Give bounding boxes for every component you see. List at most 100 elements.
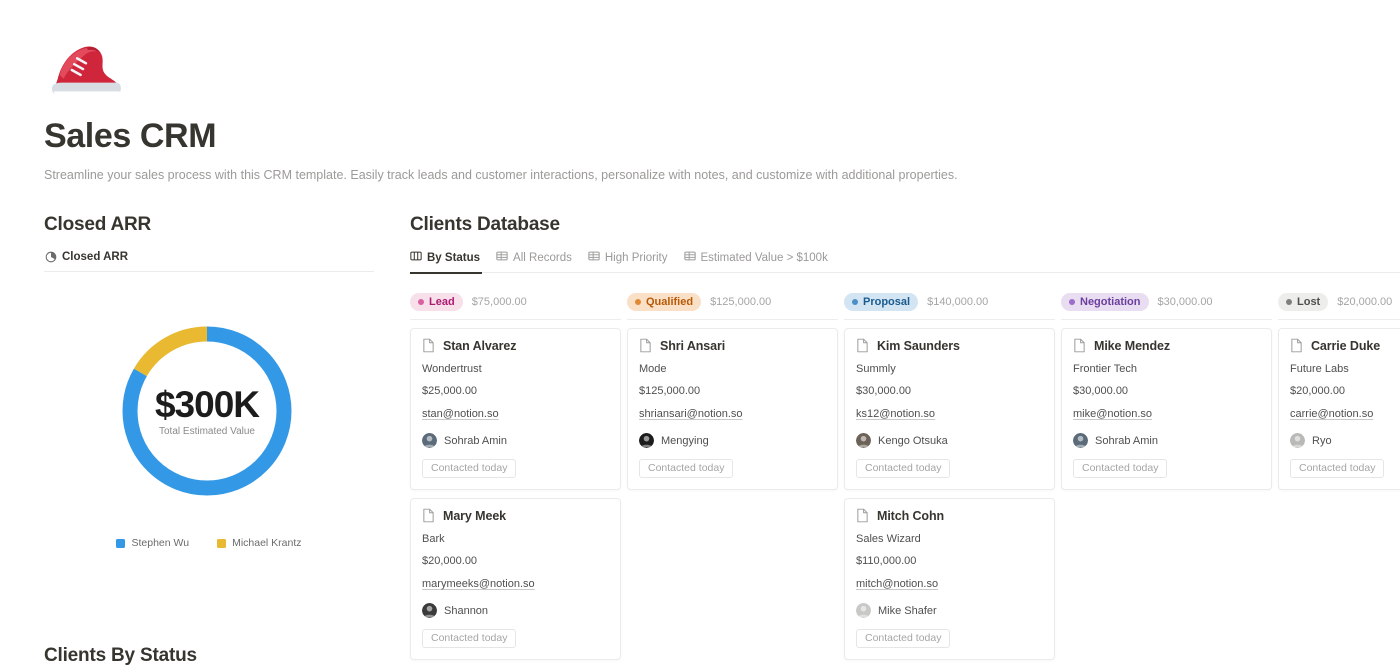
client-name: Stan Alvarez	[443, 338, 517, 353]
donut-total-label: Total Estimated Value	[159, 425, 255, 437]
tab-by-status[interactable]: By Status	[410, 250, 480, 265]
client-card[interactable]: Kim Saunders Summly $30,000.00 ks12@notion.…	[844, 328, 1055, 490]
client-owner: Sohrab Amin	[1073, 433, 1260, 448]
contact-status-tag[interactable]: Contacted today	[856, 459, 951, 478]
tab-estimated-value-100k[interactable]: Estimated Value > $100k	[683, 250, 828, 265]
client-email[interactable]: shriansari@notion.so	[639, 408, 743, 420]
table-view-icon	[496, 250, 508, 265]
status-dot-icon	[635, 299, 641, 305]
owner-name: Mengying	[661, 434, 709, 447]
client-card[interactable]: Carrie Duke Future Labs $20,000.00 carrie@n…	[1278, 328, 1400, 490]
page-icon	[423, 508, 434, 523]
clients-database-section: Clients Database By Status All Records Hig…	[410, 212, 1400, 665]
owner-name: Shannon	[444, 604, 489, 617]
column-divider	[627, 319, 838, 320]
column-divider	[844, 319, 1055, 320]
client-card[interactable]: Mitch Cohn Sales Wizard $110,000.00 mitch@n…	[844, 498, 1055, 660]
client-email[interactable]: mitch@notion.so	[856, 578, 938, 590]
client-estimated-value: $30,000.00	[856, 385, 912, 397]
legend-swatch	[116, 538, 126, 548]
client-owner: Sohrab Amin	[422, 433, 609, 448]
board-column-lead: Lead $75,000.00 Stan Alvarez Wondertrust $25…	[410, 291, 621, 665]
card-title-row: Mike Mendez	[1073, 338, 1260, 353]
view-tab-closed-arr[interactable]: Closed ARR	[44, 250, 128, 264]
client-card[interactable]: Shri Ansari Mode $125,000.00 shriansari@not…	[627, 328, 838, 490]
page-icon	[857, 338, 868, 353]
avatar	[639, 433, 654, 448]
column-card-list: Carrie Duke Future Labs $20,000.00 carrie@n…	[1278, 328, 1400, 490]
card-title-row: Carrie Duke	[1290, 338, 1400, 353]
sneaker-icon	[51, 46, 121, 96]
contact-status-tag[interactable]: Contacted today	[1290, 459, 1385, 478]
avatar	[856, 433, 871, 448]
board-column-qualified: Qualified $125,000.00 Shri Ansari Mode $125,…	[627, 291, 838, 490]
client-email[interactable]: stan@notion.so	[422, 408, 499, 420]
active-tab-underline	[410, 272, 482, 274]
column-card-list: Shri Ansari Mode $125,000.00 shriansari@not…	[627, 328, 838, 490]
status-badge[interactable]: Qualified	[627, 293, 702, 311]
avatar	[856, 603, 871, 618]
client-estimated-value: $30,000.00	[1073, 385, 1129, 397]
avatar	[1290, 433, 1305, 448]
status-label: Proposal	[863, 296, 911, 308]
client-estimated-value: $125,000.00	[639, 385, 701, 397]
client-owner: Kengo Otsuka	[856, 433, 1043, 448]
client-name: Kim Saunders	[877, 338, 960, 353]
tab-label: All Records	[513, 251, 572, 264]
page-icon	[640, 338, 651, 353]
client-owner: Mike Shafer	[856, 603, 1043, 618]
legend-swatch	[217, 538, 227, 548]
client-estimated-value: $20,000.00	[1290, 385, 1346, 397]
board-column-header: Negotiation $30,000.00	[1061, 291, 1272, 313]
status-label: Negotiation	[1080, 296, 1141, 308]
tab-all-records[interactable]: All Records	[496, 250, 572, 265]
client-owner: Mengying	[639, 433, 826, 448]
contact-status-tag[interactable]: Contacted today	[422, 459, 517, 478]
legend-label: Michael Krantz	[232, 537, 302, 549]
clients-database-title: Clients Database	[410, 214, 560, 235]
status-label: Lead	[429, 296, 455, 308]
closed-arr-view-tabs: Closed ARR	[44, 250, 374, 272]
contact-status-tag[interactable]: Contacted today	[856, 629, 951, 648]
client-card[interactable]: Mary Meek Bark $20,000.00 marymeeks@notion.…	[410, 498, 621, 660]
view-tab-closed-arr-label: Closed ARR	[62, 250, 129, 263]
status-badge[interactable]: Proposal	[844, 293, 919, 311]
column-card-list: Kim Saunders Summly $30,000.00 ks12@notion.…	[844, 328, 1055, 660]
client-name: Mike Mendez	[1094, 338, 1170, 353]
client-email[interactable]: marymeeks@notion.so	[422, 578, 535, 590]
client-email[interactable]: ks12@notion.so	[856, 408, 935, 420]
kanban-board: Lead $75,000.00 Stan Alvarez Wondertrust $25…	[410, 291, 1400, 665]
client-email[interactable]: carrie@notion.so	[1290, 408, 1373, 420]
column-divider	[1278, 319, 1400, 320]
contact-status-tag[interactable]: Contacted today	[639, 459, 734, 478]
closed-arr-title: Closed ARR	[44, 214, 152, 235]
page-title: Sales CRM	[44, 117, 217, 155]
avatar	[1073, 433, 1088, 448]
board-column-header: Proposal $140,000.00	[844, 291, 1055, 313]
column-divider	[1061, 319, 1272, 320]
board-column-proposal: Proposal $140,000.00 Kim Saunders Summly $30…	[844, 291, 1055, 660]
status-badge[interactable]: Lead	[410, 293, 463, 311]
card-title-row: Mary Meek	[422, 508, 609, 523]
status-badge[interactable]: Lost	[1278, 293, 1329, 311]
legend-item: Michael Krantz	[217, 537, 302, 549]
contact-status-tag[interactable]: Contacted today	[422, 629, 517, 648]
contact-status-tag[interactable]: Contacted today	[1073, 459, 1168, 478]
status-dot-icon	[418, 299, 424, 305]
column-card-list: Stan Alvarez Wondertrust $25,000.00 stan@no…	[410, 328, 621, 665]
owner-name: Sohrab Amin	[444, 434, 507, 447]
board-column-negotiation: Negotiation $30,000.00 Mike Mendez Frontier…	[1061, 291, 1272, 490]
client-email[interactable]: mike@notion.so	[1073, 408, 1152, 420]
avatar	[422, 603, 437, 618]
tab-high-priority[interactable]: High Priority	[588, 250, 668, 265]
client-company: Future Labs	[1290, 363, 1349, 375]
table-view-icon	[683, 250, 696, 265]
client-card[interactable]: Stan Alvarez Wondertrust $25,000.00 stan@no…	[410, 328, 621, 490]
owner-name: Sohrab Amin	[1095, 434, 1158, 447]
board-column-header: Qualified $125,000.00	[627, 291, 838, 313]
status-badge[interactable]: Negotiation	[1061, 293, 1149, 311]
page-icon	[857, 508, 868, 523]
client-company: Sales Wizard	[856, 533, 921, 545]
client-owner: Ryo	[1290, 433, 1400, 448]
client-card[interactable]: Mike Mendez Frontier Tech $30,000.00 mike@n…	[1061, 328, 1272, 490]
